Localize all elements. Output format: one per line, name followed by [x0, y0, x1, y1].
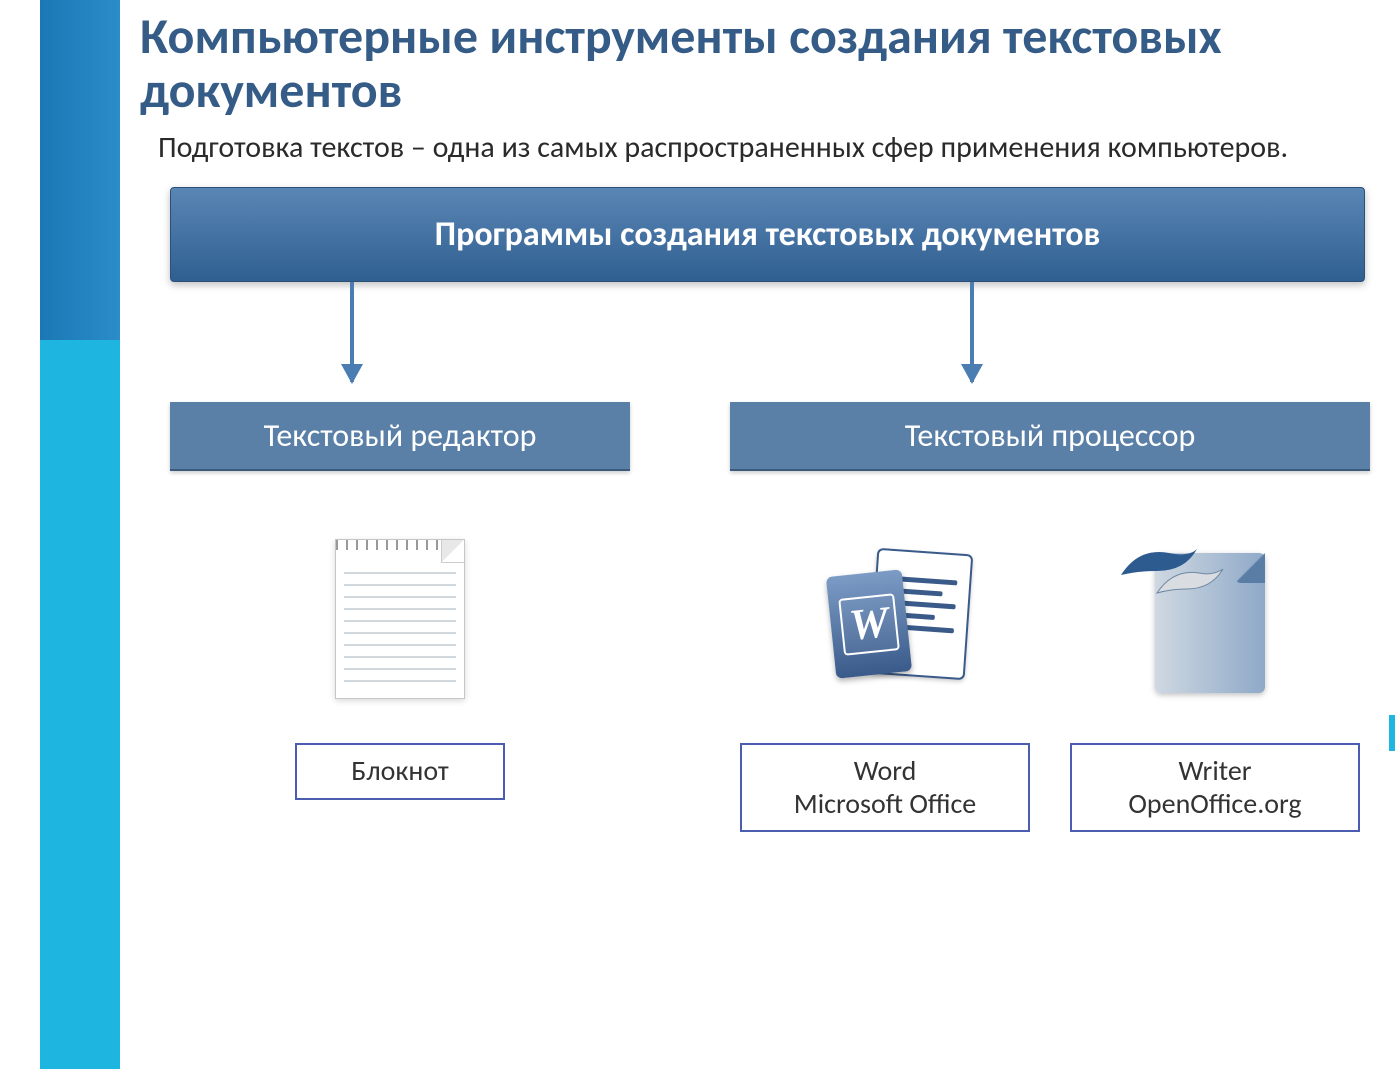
app-label-word-line1: Word: [854, 753, 917, 788]
app-label-word: Word Microsoft Office: [740, 743, 1030, 831]
app-label-writer-line1: Writer: [1178, 753, 1251, 788]
slide-title: Компьютерные инструменты создания тексто…: [140, 10, 1375, 118]
diagram-arrows: [170, 282, 1365, 402]
word-icon: W: [825, 539, 975, 699]
sidebar-accent-top: [40, 0, 120, 340]
branch-header-editor: Текстовый редактор: [170, 402, 630, 471]
app-label-writer-line2: OpenOffice.org: [1128, 786, 1301, 821]
app-label-notepad: Блокнот: [295, 743, 505, 799]
openoffice-icon: [1115, 539, 1275, 699]
branch-text-editor: Текстовый редактор Блокнот: [170, 402, 630, 799]
intro-paragraph: Подготовка текстов – одна из самых распр…: [158, 130, 1365, 165]
branch-header-processor: Текстовый процессор: [730, 402, 1370, 471]
slide-content: Компьютерные инструменты создания тексто…: [140, 0, 1395, 1069]
diagram-root-box: Программы создания текстовых документов: [170, 187, 1365, 282]
branch-text-processor: Текстовый процессор W Word Microsoft: [730, 402, 1370, 831]
notepad-icon: [335, 539, 465, 699]
app-label-word-line2: Microsoft Office: [794, 786, 977, 821]
sidebar-accent-bottom: [40, 340, 120, 1069]
arrow-left-icon: [350, 282, 354, 382]
app-label-writer: Writer OpenOffice.org: [1070, 743, 1360, 831]
arrow-right-icon: [970, 282, 974, 382]
